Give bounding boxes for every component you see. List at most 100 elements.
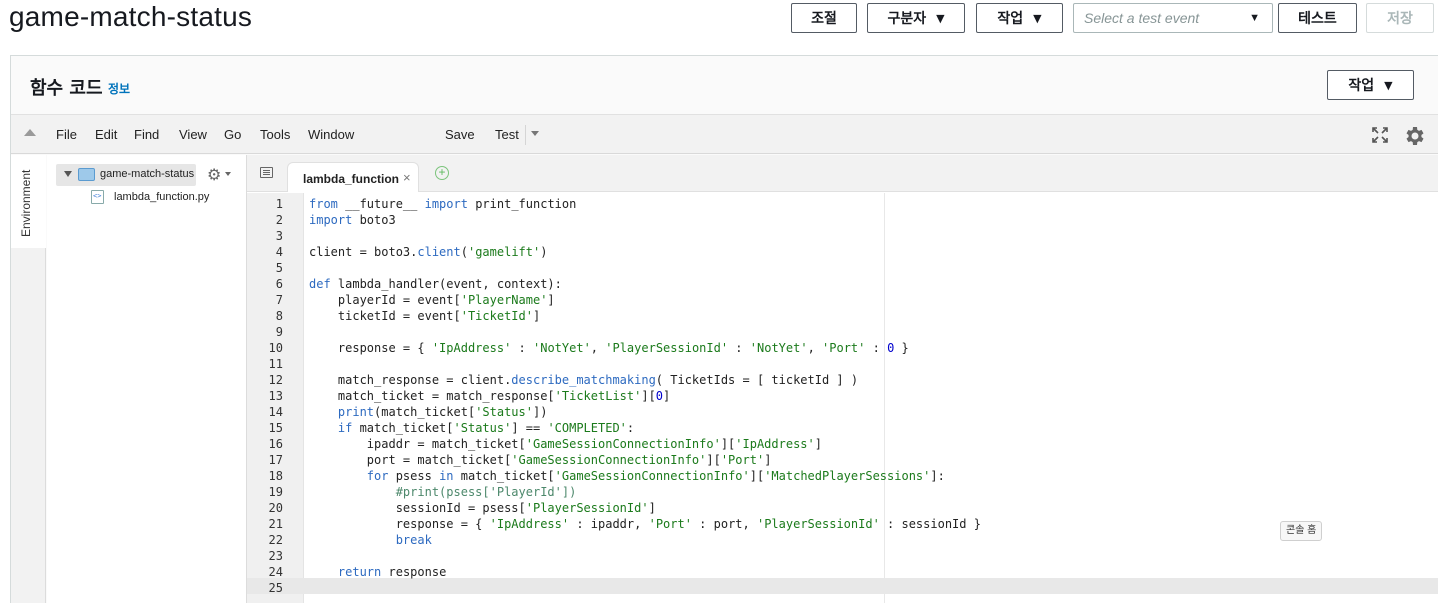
code-line[interactable]: 1 from __future__ import print_function <box>247 196 1438 212</box>
code-line[interactable]: 7 playerId = event['PlayerName'] <box>247 292 1438 308</box>
line-number: 7 <box>275 293 283 307</box>
collapse-up-icon[interactable] <box>24 129 36 136</box>
caret-down-icon: ▼ <box>936 11 945 25</box>
menu-find[interactable]: Find <box>134 127 159 142</box>
test-button[interactable]: 테스트 <box>1278 3 1357 33</box>
line-number: 8 <box>275 309 283 323</box>
code-line[interactable]: 20 sessionId = psess['PlayerSessionId'] <box>247 500 1438 516</box>
menu-edit[interactable]: Edit <box>95 127 117 142</box>
line-number: 10 <box>268 341 283 355</box>
add-tab-icon[interactable]: + <box>435 166 449 180</box>
code-text: for psess in match_ticket['GameSessionCo… <box>366 469 945 483</box>
line-number: 25 <box>268 581 283 595</box>
code-text: #print(psess['PlayerId']) <box>395 485 577 499</box>
throttle-button[interactable]: 조절 <box>791 3 857 33</box>
tree-root-folder[interactable]: game-match-status <box>56 164 196 186</box>
line-number: 15 <box>268 421 283 435</box>
menu-save[interactable]: Save <box>445 127 475 142</box>
line-number: 16 <box>268 437 283 451</box>
tab-label: lambda_function <box>303 172 400 186</box>
line-number: 23 <box>268 549 283 563</box>
save-button-label: 저장 <box>1387 11 1413 27</box>
line-number: 4 <box>275 245 283 259</box>
actions-dropdown-label: 작업 <box>997 11 1024 27</box>
test-event-select[interactable]: Select a test event ▼ <box>1073 3 1273 33</box>
page-title: game-match-status <box>9 1 253 32</box>
code-line[interactable]: 3 <box>247 228 1438 244</box>
tree-file-label: lambda_function.py <box>114 191 210 203</box>
line-number: 24 <box>268 565 283 579</box>
line-number: 12 <box>268 373 283 387</box>
line-number: 14 <box>268 405 283 419</box>
code-text: ipaddr = match_ticket['GameSessionConnec… <box>309 437 822 451</box>
expand-triangle-icon[interactable] <box>64 171 72 177</box>
environment-tab[interactable]: Environment <box>11 155 46 248</box>
code-line[interactable]: 5 <box>247 260 1438 276</box>
code-line[interactable]: 22 break <box>247 532 1438 548</box>
code-line[interactable]: 14 print(match_ticket['Status']) <box>247 404 1438 420</box>
line-number: 19 <box>268 485 283 499</box>
code-text: match_ticket = match_response['TicketLis… <box>309 389 671 403</box>
code-line[interactable]: 23 <box>247 548 1438 564</box>
line-number: 22 <box>268 533 283 547</box>
save-button[interactable]: 저장 <box>1366 3 1434 33</box>
menu-file[interactable]: File <box>56 127 77 142</box>
ide-menubar: File Edit Find View Go Tools Window Save… <box>11 114 1438 154</box>
line-number: 13 <box>268 389 283 403</box>
function-code-panel: 함수 코드 정보 작업 ▼ File Edit Find View Go Too… <box>10 55 1438 603</box>
tab-lambda-function[interactable]: lambda_function × <box>287 162 419 192</box>
test-event-placeholder: Select a test event <box>1084 10 1200 26</box>
tree-settings-caret-icon[interactable] <box>225 172 231 176</box>
code-line[interactable]: 16 ipaddr = match_ticket['GameSessionCon… <box>247 436 1438 452</box>
code-text: match_response = client.describe_matchma… <box>309 373 859 387</box>
line-number: 20 <box>268 501 283 515</box>
code-line[interactable]: 6 def lambda_handler(event, context): <box>247 276 1438 292</box>
code-area[interactable]: 1 from __future__ import print_function 2 i… <box>247 193 1438 603</box>
info-link[interactable]: 정보 <box>108 80 130 97</box>
code-line[interactable]: 12 match_response = client.describe_matc… <box>247 372 1438 388</box>
code-line[interactable]: 11 <box>247 356 1438 372</box>
code-line[interactable]: 13 match_ticket = match_response['Ticket… <box>247 388 1438 404</box>
menu-go[interactable]: Go <box>224 127 241 142</box>
code-line[interactable]: 25 <box>247 580 1438 596</box>
caret-down-icon: ▼ <box>1384 78 1393 92</box>
code-text: playerId = event['PlayerName'] <box>309 293 555 307</box>
menu-window[interactable]: Window <box>308 127 354 142</box>
code-line[interactable]: 2 import boto3 <box>247 212 1438 228</box>
code-line[interactable]: 17 port = match_ticket['GameSessionConne… <box>247 452 1438 468</box>
tree-settings-gear-icon[interactable]: ⚙ <box>207 165 221 185</box>
menu-divider <box>525 125 526 145</box>
line-number: 1 <box>275 197 283 211</box>
code-line[interactable]: 18 for psess in match_ticket['GameSessio… <box>247 468 1438 484</box>
code-text: import boto3 <box>309 213 396 227</box>
panel-actions-dropdown[interactable]: 작업 ▼ <box>1327 70 1414 100</box>
test-dropdown-caret-icon[interactable] <box>531 131 539 136</box>
line-number: 17 <box>268 453 283 467</box>
editor-tabbar: lambda_function × + <box>247 155 1438 192</box>
close-icon[interactable]: × <box>403 170 411 185</box>
code-line[interactable]: 8 ticketId = event['TicketId'] <box>247 308 1438 324</box>
settings-gear-icon[interactable] <box>1403 124 1427 148</box>
code-text: port = match_ticket['GameSessionConnecti… <box>309 453 772 467</box>
code-line[interactable]: 9 <box>247 324 1438 340</box>
file-tree: game-match-status ⚙ lambda_function.py <box>47 155 247 603</box>
code-line[interactable]: 21 response = { 'IpAddress' : ipaddr, 'P… <box>247 516 1438 532</box>
tab-list-icon[interactable] <box>260 167 273 178</box>
menu-test[interactable]: Test <box>495 127 519 142</box>
code-line[interactable]: 15 if match_ticket['Status'] == 'COMPLET… <box>247 420 1438 436</box>
qualifier-dropdown[interactable]: 구분자 ▼ <box>867 3 965 33</box>
test-button-label: 테스트 <box>1298 11 1337 27</box>
menu-tools[interactable]: Tools <box>260 127 290 142</box>
code-line[interactable]: 4 client = boto3.client('gamelift') <box>247 244 1438 260</box>
fullscreen-icon[interactable] <box>1372 127 1388 143</box>
tree-root-label: game-match-status <box>100 168 195 180</box>
code-line[interactable]: 19 #print(psess['PlayerId']) <box>247 484 1438 500</box>
menu-view[interactable]: View <box>179 127 207 142</box>
line-number: 9 <box>275 325 283 339</box>
code-text: print(match_ticket['Status']) <box>337 405 548 419</box>
actions-dropdown[interactable]: 작업 ▼ <box>976 3 1063 33</box>
code-line[interactable]: 24 return response <box>247 564 1438 580</box>
line-number: 3 <box>275 229 283 243</box>
console-home-tooltip: 콘솔 홈 <box>1280 521 1323 541</box>
code-line[interactable]: 10 response = { 'IpAddress' : 'NotYet', … <box>247 340 1438 356</box>
